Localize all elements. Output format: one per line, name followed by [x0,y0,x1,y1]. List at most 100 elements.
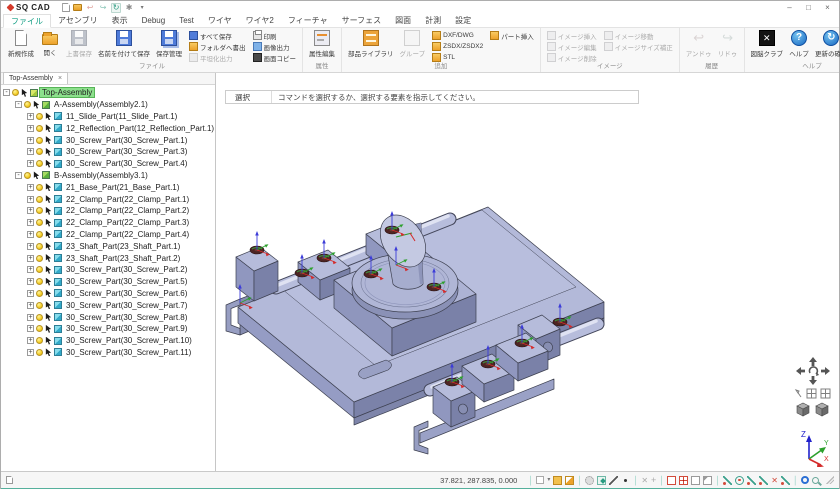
tree-row[interactable]: + 11_Slide_Part(11_Slide_Part.1) [1,111,215,123]
tree-node-label[interactable]: Top-Assembly [40,88,94,97]
tree-row[interactable]: + 30_Screw_Part(30_Screw_Part.5) [1,276,215,288]
tree-expander[interactable]: + [27,207,34,214]
ribbon-button-small[interactable]: イメージサイズ補正 [601,41,676,52]
assembly-3d-model[interactable] [224,137,624,455]
box-select-toggle[interactable] [691,476,700,485]
visibility-bulb-icon[interactable] [36,278,43,285]
tree-row[interactable]: + 12_Reflection_Part(12_Reflection_Part.… [1,122,215,134]
tree-row[interactable]: + 30_Screw_Part(30_Screw_Part.8) [1,311,215,323]
ribbon-button[interactable]: ヘルプ [786,29,812,58]
visibility-bulb-icon[interactable] [36,290,43,297]
tree-row[interactable]: + 30_Screw_Part(30_Screw_Part.2) [1,264,215,276]
tree-expander[interactable]: + [27,148,34,155]
ribbon-button-small[interactable]: イメージ編集 [544,41,600,52]
tree-node-label[interactable]: 30_Screw_Part(30_Screw_Part.6) [64,289,189,298]
display-filter-checkbox[interactable] [536,476,544,484]
close-button[interactable]: × [818,1,837,14]
partial-select-toggle[interactable] [703,476,712,485]
menu-tab[interactable]: サーフェス [335,14,389,27]
visibility-bulb-icon[interactable] [36,243,43,250]
undo-icon[interactable]: ↩ [85,3,95,13]
tree-node-label[interactable]: 30_Screw_Part(30_Screw_Part.2) [64,265,189,274]
ribbon-button[interactable]: リドゥ [715,29,741,58]
tree-row[interactable]: + 30_Screw_Part(30_Screw_Part.11) [1,347,215,359]
ribbon-button-small[interactable]: 印刷 [250,30,300,41]
visibility-bulb-icon[interactable] [24,101,31,108]
menu-tab[interactable]: 設定 [448,14,478,27]
viewport-3d[interactable]: 選択 コマンドを選択するか、選択する要素を指示してください。 [216,73,839,471]
magnifier-icon[interactable] [812,477,819,484]
ribbon-button[interactable]: 保存管理 [153,29,185,58]
tree-node-label[interactable]: 30_Screw_Part(30_Screw_Part.8) [64,313,189,322]
snap-line-toggle[interactable] [609,476,618,485]
tree-expander[interactable]: + [27,113,34,120]
visibility-bulb-icon[interactable] [36,349,43,356]
visibility-bulb-icon[interactable] [36,219,43,226]
tree-row[interactable]: + 22_Clamp_Part(22_Clamp_Part.3) [1,217,215,229]
cross-cursor-toggle[interactable]: ✕ [641,476,648,485]
tree-node-label[interactable]: 22_Clamp_Part(22_Clamp_Part.3) [64,218,191,227]
tree-node-label[interactable]: 22_Clamp_Part(22_Clamp_Part.1) [64,195,191,204]
ribbon-button[interactable]: アンドゥ [683,29,715,58]
ribbon-button-small[interactable]: イメージ移動 [601,30,676,41]
tree-expander[interactable]: + [27,290,34,297]
ribbon-button[interactable]: 新規作成 [5,29,37,58]
ribbon-button[interactable]: 属性編集 [306,29,338,58]
tree-row[interactable]: + 30_Screw_Part(30_Screw_Part.10) [1,335,215,347]
tree-expander[interactable]: + [27,219,34,226]
snap-nearest-toggle[interactable] [759,476,768,485]
visibility-bulb-icon[interactable] [36,255,43,262]
menu-tab[interactable]: ファイル [3,14,51,28]
visibility-bulb-icon[interactable] [36,231,43,238]
tree-expander[interactable]: + [27,302,34,309]
visibility-bulb-icon[interactable] [36,302,43,309]
tree-row[interactable]: + 30_Screw_Part(30_Screw_Part.6) [1,288,215,300]
ribbon-button[interactable]: 名前を付けて保存 [95,29,153,58]
snap-point-toggle[interactable] [621,476,630,485]
tab-close-icon[interactable]: × [58,75,62,82]
cross-select-toggle[interactable] [679,476,688,485]
visibility-bulb-icon[interactable] [36,325,43,332]
tree-node-label[interactable]: B-Assembly(Assembly3.1) [52,171,150,180]
tree-node-label[interactable]: 30_Screw_Part(30_Screw_Part.7) [64,301,189,310]
visibility-bulb-icon[interactable] [36,137,43,144]
snap-center-toggle[interactable] [597,476,606,485]
tree-row[interactable]: + 22_Clamp_Part(22_Clamp_Part.4) [1,229,215,241]
ribbon-button[interactable]: 部品ライブラリ [345,29,397,58]
pan-arrows-pad[interactable] [795,356,831,386]
tree-expander[interactable]: + [27,314,34,321]
resize-grip[interactable] [826,476,834,484]
tree-row[interactable]: + 21_Base_Part(21_Base_Part.1) [1,181,215,193]
more-dropdown-icon[interactable]: ▾ [137,3,147,13]
visibility-bulb-icon[interactable] [12,89,19,96]
active-layer-icon[interactable] [553,476,562,485]
tree-expander[interactable]: + [27,243,34,250]
tree-expander[interactable]: + [27,160,34,167]
tree-expander[interactable]: + [27,196,34,203]
open-folder-icon[interactable] [73,4,82,11]
filter-dropdown-icon[interactable]: ▾ [547,476,550,485]
ribbon-button[interactable]: グループ [397,29,429,58]
tree-expander[interactable]: + [27,125,34,132]
tree-expander[interactable]: + [27,137,34,144]
iso-view-cubes[interactable] [796,401,830,417]
snap-intersection-toggle[interactable]: ✕ [771,476,778,485]
ribbon-button-small[interactable]: DXF/DWG [429,30,486,41]
tree-node-label[interactable]: 30_Screw_Part(30_Screw_Part.3) [64,147,189,156]
snap-settings-gear-icon[interactable] [585,476,594,485]
tree-node-label[interactable]: 11_Slide_Part(11_Slide_Part.1) [64,112,179,121]
tree-node-label[interactable]: 22_Clamp_Part(22_Clamp_Part.4) [64,230,191,239]
ribbon-button-small[interactable]: イメージ削除 [544,52,600,63]
tree-expander[interactable]: + [27,184,34,191]
visibility-bulb-icon[interactable] [36,266,43,273]
ribbon-button-small[interactable]: フォルダへ書出 [186,41,249,52]
tree-expander[interactable]: - [15,101,22,108]
redo-icon[interactable]: ↪ [98,3,108,13]
menu-tab[interactable]: Debug [135,14,173,27]
new-document-icon[interactable] [62,3,70,12]
menu-tab[interactable]: 表示 [105,14,135,27]
visibility-bulb-icon[interactable] [36,148,43,155]
plus-cursor-toggle[interactable]: + [651,476,656,485]
window-select-toggle[interactable] [667,476,676,485]
tree-row[interactable]: + 22_Clamp_Part(22_Clamp_Part.1) [1,193,215,205]
